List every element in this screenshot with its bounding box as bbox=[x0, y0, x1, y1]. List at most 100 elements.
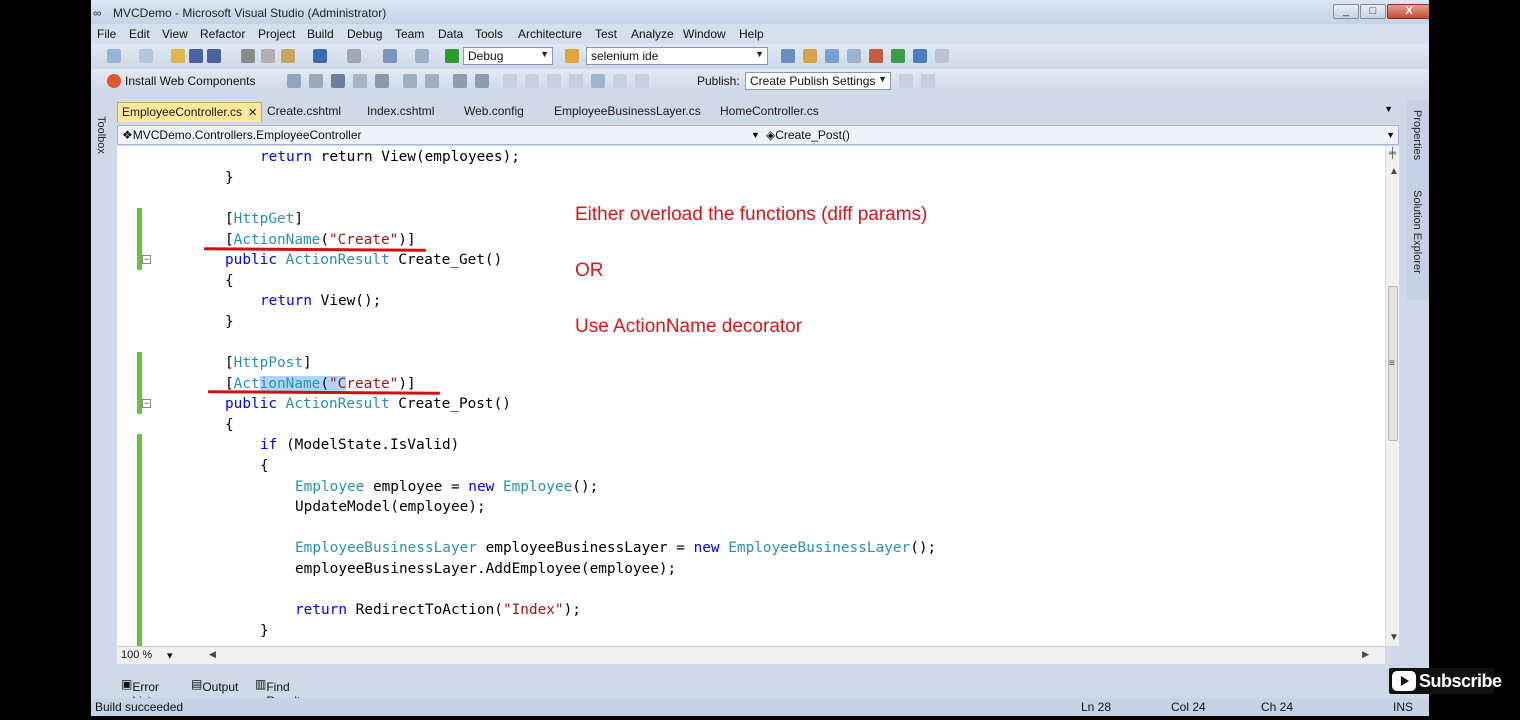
toolbox-icon[interactable] bbox=[847, 49, 861, 63]
vertical-scrollbar[interactable]: ╪ ▲ ≡ ▼ bbox=[1385, 146, 1399, 646]
zoom-level[interactable]: 100 % bbox=[121, 649, 152, 661]
bookmark-icon[interactable] bbox=[547, 74, 561, 88]
menu-file[interactable]: File bbox=[97, 27, 116, 41]
web-components-icon[interactable] bbox=[107, 74, 121, 88]
chevron-down-icon[interactable]: ▼ bbox=[1386, 130, 1395, 140]
indent-icon[interactable] bbox=[425, 74, 439, 88]
save-all-icon[interactable] bbox=[207, 49, 221, 63]
command-window-icon[interactable] bbox=[935, 49, 949, 63]
menu-view[interactable]: View bbox=[162, 27, 188, 41]
code-line: { bbox=[225, 417, 234, 433]
scroll-left-icon[interactable]: ◀ bbox=[209, 649, 216, 660]
publish-options-icon[interactable] bbox=[921, 74, 935, 88]
menu-analyze[interactable]: Analyze bbox=[631, 27, 674, 41]
find-combo-box[interactable]: selenium ide ▼ bbox=[586, 47, 768, 65]
code-selection: ( bbox=[320, 376, 329, 392]
menu-help[interactable]: Help bbox=[739, 27, 764, 41]
members-dropdown[interactable]: ◈Create_Post() bbox=[766, 128, 850, 142]
publish-web-icon[interactable] bbox=[899, 74, 913, 88]
copy-icon[interactable] bbox=[261, 49, 275, 63]
scroll-up-icon[interactable]: ▲ bbox=[1389, 166, 1399, 177]
numbered-list-icon[interactable] bbox=[453, 74, 467, 88]
menu-refactor[interactable]: Refactor bbox=[200, 27, 245, 41]
tab-homecontroller[interactable]: HomeController.cs bbox=[716, 102, 823, 122]
css-icon[interactable] bbox=[331, 74, 345, 88]
maximize-button[interactable]: □ bbox=[1360, 4, 1386, 19]
code-text: Create_Post() bbox=[398, 396, 511, 412]
tab-web-config[interactable]: Web.config bbox=[460, 102, 528, 122]
scroll-right-icon[interactable]: ▶ bbox=[1362, 649, 1369, 660]
types-dropdown[interactable]: ❖MVCDemo.Controllers.EmployeeController bbox=[122, 128, 362, 142]
toggle-icon[interactable] bbox=[635, 74, 649, 88]
tab-index-cshtml[interactable]: Index.cshtml bbox=[363, 102, 438, 122]
navigate-backward-icon[interactable] bbox=[383, 49, 397, 63]
font-size-icon[interactable] bbox=[353, 74, 367, 88]
horizontal-scrollbar[interactable]: 100 % ▾ ◀ ▶ bbox=[117, 646, 1385, 664]
toolbox-sidebar[interactable]: Toolbox bbox=[91, 100, 113, 180]
paste-icon[interactable] bbox=[281, 49, 295, 63]
object-browser-icon[interactable] bbox=[825, 49, 839, 63]
save-icon[interactable] bbox=[189, 49, 203, 63]
undo-icon[interactable] bbox=[313, 49, 327, 63]
tab-employeecontroller[interactable]: EmployeeController.cs ✕ bbox=[117, 102, 263, 122]
cut-icon[interactable] bbox=[241, 49, 255, 63]
prev-bookmark-icon[interactable] bbox=[569, 74, 583, 88]
collapse-icon[interactable]: − bbox=[142, 399, 151, 408]
uncomment-icon[interactable] bbox=[525, 74, 539, 88]
tab-label: Index.cshtml bbox=[367, 104, 435, 118]
add-item-icon[interactable] bbox=[139, 49, 153, 63]
collapse-icon[interactable]: − bbox=[142, 255, 151, 264]
split-icon[interactable]: ╪ bbox=[1389, 148, 1396, 159]
paragraph-icon[interactable] bbox=[375, 74, 389, 88]
new-project-icon[interactable] bbox=[107, 49, 121, 63]
start-page-icon[interactable] bbox=[913, 49, 927, 63]
close-button[interactable]: X bbox=[1387, 4, 1429, 19]
menu-project[interactable]: Project bbox=[258, 27, 295, 41]
format-icon[interactable] bbox=[287, 74, 301, 88]
solution-configuration-select[interactable]: Debug ▼ bbox=[463, 47, 553, 65]
minimize-button[interactable]: _ bbox=[1333, 4, 1359, 19]
outdent-icon[interactable] bbox=[403, 74, 417, 88]
next-bookmark-icon[interactable] bbox=[591, 74, 605, 88]
properties-window-icon[interactable] bbox=[803, 49, 817, 63]
close-tab-icon[interactable]: ✕ bbox=[248, 107, 257, 119]
layout-icon[interactable] bbox=[309, 74, 323, 88]
solution-explorer-tab[interactable]: Solution Explorer bbox=[1411, 190, 1423, 274]
chevron-down-icon[interactable]: ▼ bbox=[751, 130, 760, 140]
solution-explorer-icon[interactable] bbox=[781, 49, 795, 63]
bulleted-list-icon[interactable] bbox=[475, 74, 489, 88]
menu-tools[interactable]: Tools bbox=[475, 27, 503, 41]
tab-output[interactable]: ▤ Output bbox=[191, 677, 238, 694]
menu-architecture[interactable]: Architecture bbox=[518, 27, 582, 41]
extension-manager-icon[interactable] bbox=[891, 49, 905, 63]
install-web-components-button[interactable]: Install Web Components bbox=[125, 74, 256, 88]
tab-employeebusinesslayer[interactable]: EmployeeBusinessLayer.cs bbox=[550, 102, 705, 122]
menu-bar: File Edit View Refactor Project Build De… bbox=[91, 24, 1429, 44]
chevron-down-icon[interactable]: ▾ bbox=[167, 649, 173, 662]
publish-settings-select[interactable]: Create Publish Settings ▼ bbox=[745, 72, 891, 90]
comment-icon[interactable] bbox=[503, 74, 517, 88]
find-in-files-icon[interactable] bbox=[565, 49, 579, 63]
subscribe-button[interactable]: Subscribe bbox=[1389, 668, 1502, 694]
redo-icon[interactable] bbox=[347, 49, 361, 63]
start-debugging-icon[interactable] bbox=[445, 49, 459, 63]
team-explorer-icon[interactable] bbox=[869, 49, 883, 63]
menu-debug[interactable]: Debug bbox=[347, 27, 382, 41]
menu-test[interactable]: Test bbox=[595, 27, 617, 41]
clear-bookmarks-icon[interactable] bbox=[613, 74, 627, 88]
menu-build[interactable]: Build bbox=[307, 27, 334, 41]
tab-find-results[interactable]: ▥ Find Results 1 bbox=[255, 677, 306, 716]
tab-create-cshtml[interactable]: Create.cshtml bbox=[263, 102, 345, 122]
tab-error-list[interactable]: ▣ Error List bbox=[121, 677, 159, 708]
tab-list-dropdown-icon[interactable]: ▼ bbox=[1384, 104, 1393, 114]
menu-edit[interactable]: Edit bbox=[129, 27, 150, 41]
open-folder-icon[interactable] bbox=[171, 49, 185, 63]
menu-window[interactable]: Window bbox=[683, 27, 726, 41]
scroll-down-icon[interactable]: ▼ bbox=[1389, 632, 1399, 643]
menu-data[interactable]: Data bbox=[438, 27, 463, 41]
menu-team[interactable]: Team bbox=[395, 27, 424, 41]
navigate-forward-icon[interactable] bbox=[415, 49, 429, 63]
code-editor[interactable]: − − return return View(employees); } [Ht… bbox=[117, 146, 1385, 646]
properties-tab[interactable]: Properties bbox=[1411, 110, 1423, 160]
toolbox-label[interactable]: Toolbox bbox=[95, 116, 107, 154]
